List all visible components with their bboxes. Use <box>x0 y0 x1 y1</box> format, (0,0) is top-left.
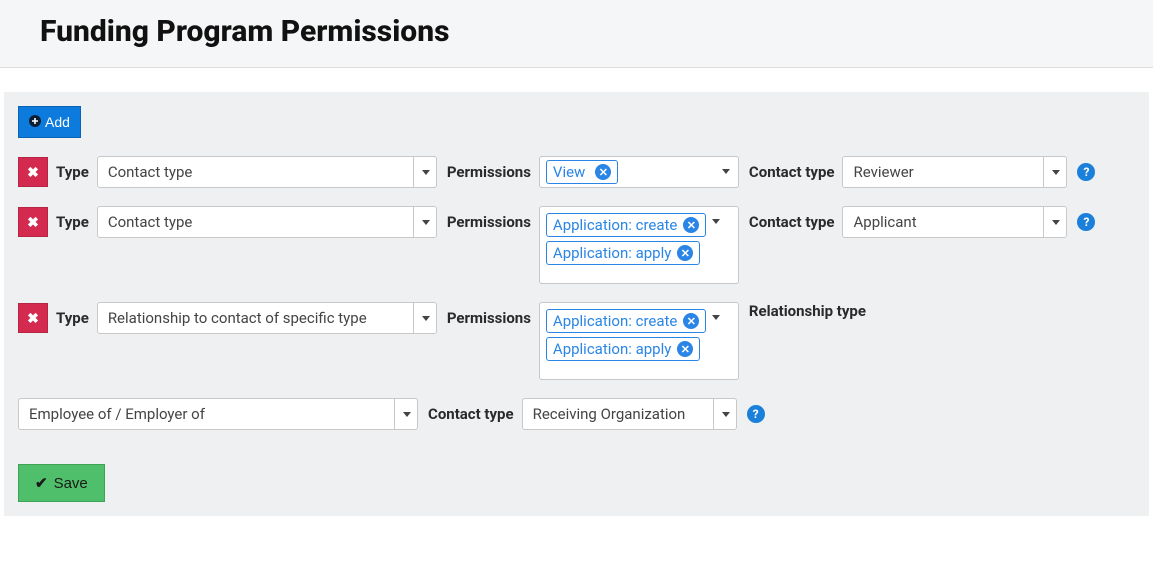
tag-remove-icon[interactable]: ✕ <box>683 313 699 329</box>
tag-remove-icon[interactable]: ✕ <box>677 341 693 357</box>
help-icon[interactable]: ? <box>747 405 765 423</box>
chevron-down-icon <box>1043 207 1060 237</box>
relationship-type-value: Employee of / Employer of <box>29 405 386 423</box>
permissions-label: Permissions <box>447 309 531 327</box>
tag-label: Application: apply <box>553 244 671 262</box>
tag-label: Application: apply <box>553 340 671 358</box>
type-select-value: Relationship to contact of specific type <box>108 309 405 327</box>
type-label: Type <box>56 163 89 181</box>
close-icon: ✖ <box>27 310 39 327</box>
permissions-multiselect[interactable]: Application: create ✕ Application: apply… <box>539 206 739 284</box>
chevron-down-icon <box>394 399 411 429</box>
tag-remove-icon[interactable]: ✕ <box>595 164 611 180</box>
contact-type-label: Contact type <box>428 405 514 423</box>
contact-type-select[interactable]: Receiving Organization <box>522 398 737 430</box>
chevron-down-icon <box>413 207 430 237</box>
contact-type-select[interactable]: Applicant <box>842 206 1067 238</box>
remove-row-button[interactable]: ✖ <box>18 303 48 333</box>
tag-remove-icon[interactable]: ✕ <box>683 217 699 233</box>
page-header: Funding Program Permissions <box>0 0 1153 68</box>
selected-permission-tag: Application: create ✕ <box>546 213 706 237</box>
tag-label: Application: create <box>553 216 677 234</box>
chevron-down-icon <box>413 157 430 187</box>
add-button[interactable]: Add <box>18 106 81 138</box>
chevron-down-icon <box>713 399 730 429</box>
tag-label: Application: create <box>553 312 677 330</box>
chevron-down-icon <box>722 169 730 174</box>
chevron-down-icon <box>712 315 720 320</box>
type-select[interactable]: Relationship to contact of specific type <box>97 302 437 334</box>
add-button-label: Add <box>45 114 70 130</box>
permissions-label: Permissions <box>447 163 531 181</box>
contact-type-select[interactable]: Reviewer <box>842 156 1067 188</box>
check-icon: ✔ <box>35 474 48 492</box>
close-icon: ✖ <box>27 214 39 231</box>
permissions-multiselect[interactable]: View ✕ <box>539 156 739 188</box>
contact-type-value: Receiving Organization <box>533 405 705 423</box>
permission-row: ✖ Type Relationship to contact of specif… <box>18 302 1135 430</box>
remove-row-button[interactable]: ✖ <box>18 207 48 237</box>
close-icon: ✖ <box>27 164 39 181</box>
relationship-type-label: Relationship type <box>749 302 866 320</box>
type-select[interactable]: Contact type <box>97 156 437 188</box>
type-select[interactable]: Contact type <box>97 206 437 238</box>
permissions-multiselect[interactable]: Application: create ✕ Application: apply… <box>539 302 739 380</box>
type-label: Type <box>56 213 89 231</box>
remove-row-button[interactable]: ✖ <box>18 157 48 187</box>
save-button-label: Save <box>54 475 88 492</box>
selected-permission-tag: Application: create ✕ <box>546 309 706 333</box>
chevron-down-icon <box>413 303 430 333</box>
relationship-type-select[interactable]: Employee of / Employer of <box>18 398 418 430</box>
chevron-down-icon <box>712 219 720 224</box>
permission-rows: ✖ Type Contact type Permissions View ✕ C… <box>18 156 1135 430</box>
selected-permission-tag: View ✕ <box>546 160 618 184</box>
save-button[interactable]: ✔ Save <box>18 464 105 502</box>
tag-remove-icon[interactable]: ✕ <box>677 245 693 261</box>
permission-row: ✖ Type Contact type Permissions View ✕ C… <box>18 156 1135 188</box>
type-label: Type <box>56 309 89 327</box>
contact-type-value: Reviewer <box>853 163 1035 181</box>
contact-type-value: Applicant <box>853 213 1035 231</box>
selected-permission-tag: Application: apply ✕ <box>546 337 700 361</box>
permission-row: ✖ Type Contact type Permissions Applicat… <box>18 206 1135 284</box>
type-select-value: Contact type <box>108 163 405 181</box>
permissions-label: Permissions <box>447 213 531 231</box>
contact-type-label: Contact type <box>749 213 835 231</box>
plus-circle-icon <box>29 114 41 130</box>
chevron-down-icon <box>1043 157 1060 187</box>
permissions-panel: Add ✖ Type Contact type Permissions View… <box>4 92 1149 516</box>
type-select-value: Contact type <box>108 213 405 231</box>
contact-type-label: Contact type <box>749 163 835 181</box>
tag-label: View <box>553 163 585 181</box>
help-icon[interactable]: ? <box>1077 163 1095 181</box>
selected-permission-tag: Application: apply ✕ <box>546 241 700 265</box>
page-title: Funding Program Permissions <box>40 14 1113 49</box>
help-icon[interactable]: ? <box>1077 213 1095 231</box>
